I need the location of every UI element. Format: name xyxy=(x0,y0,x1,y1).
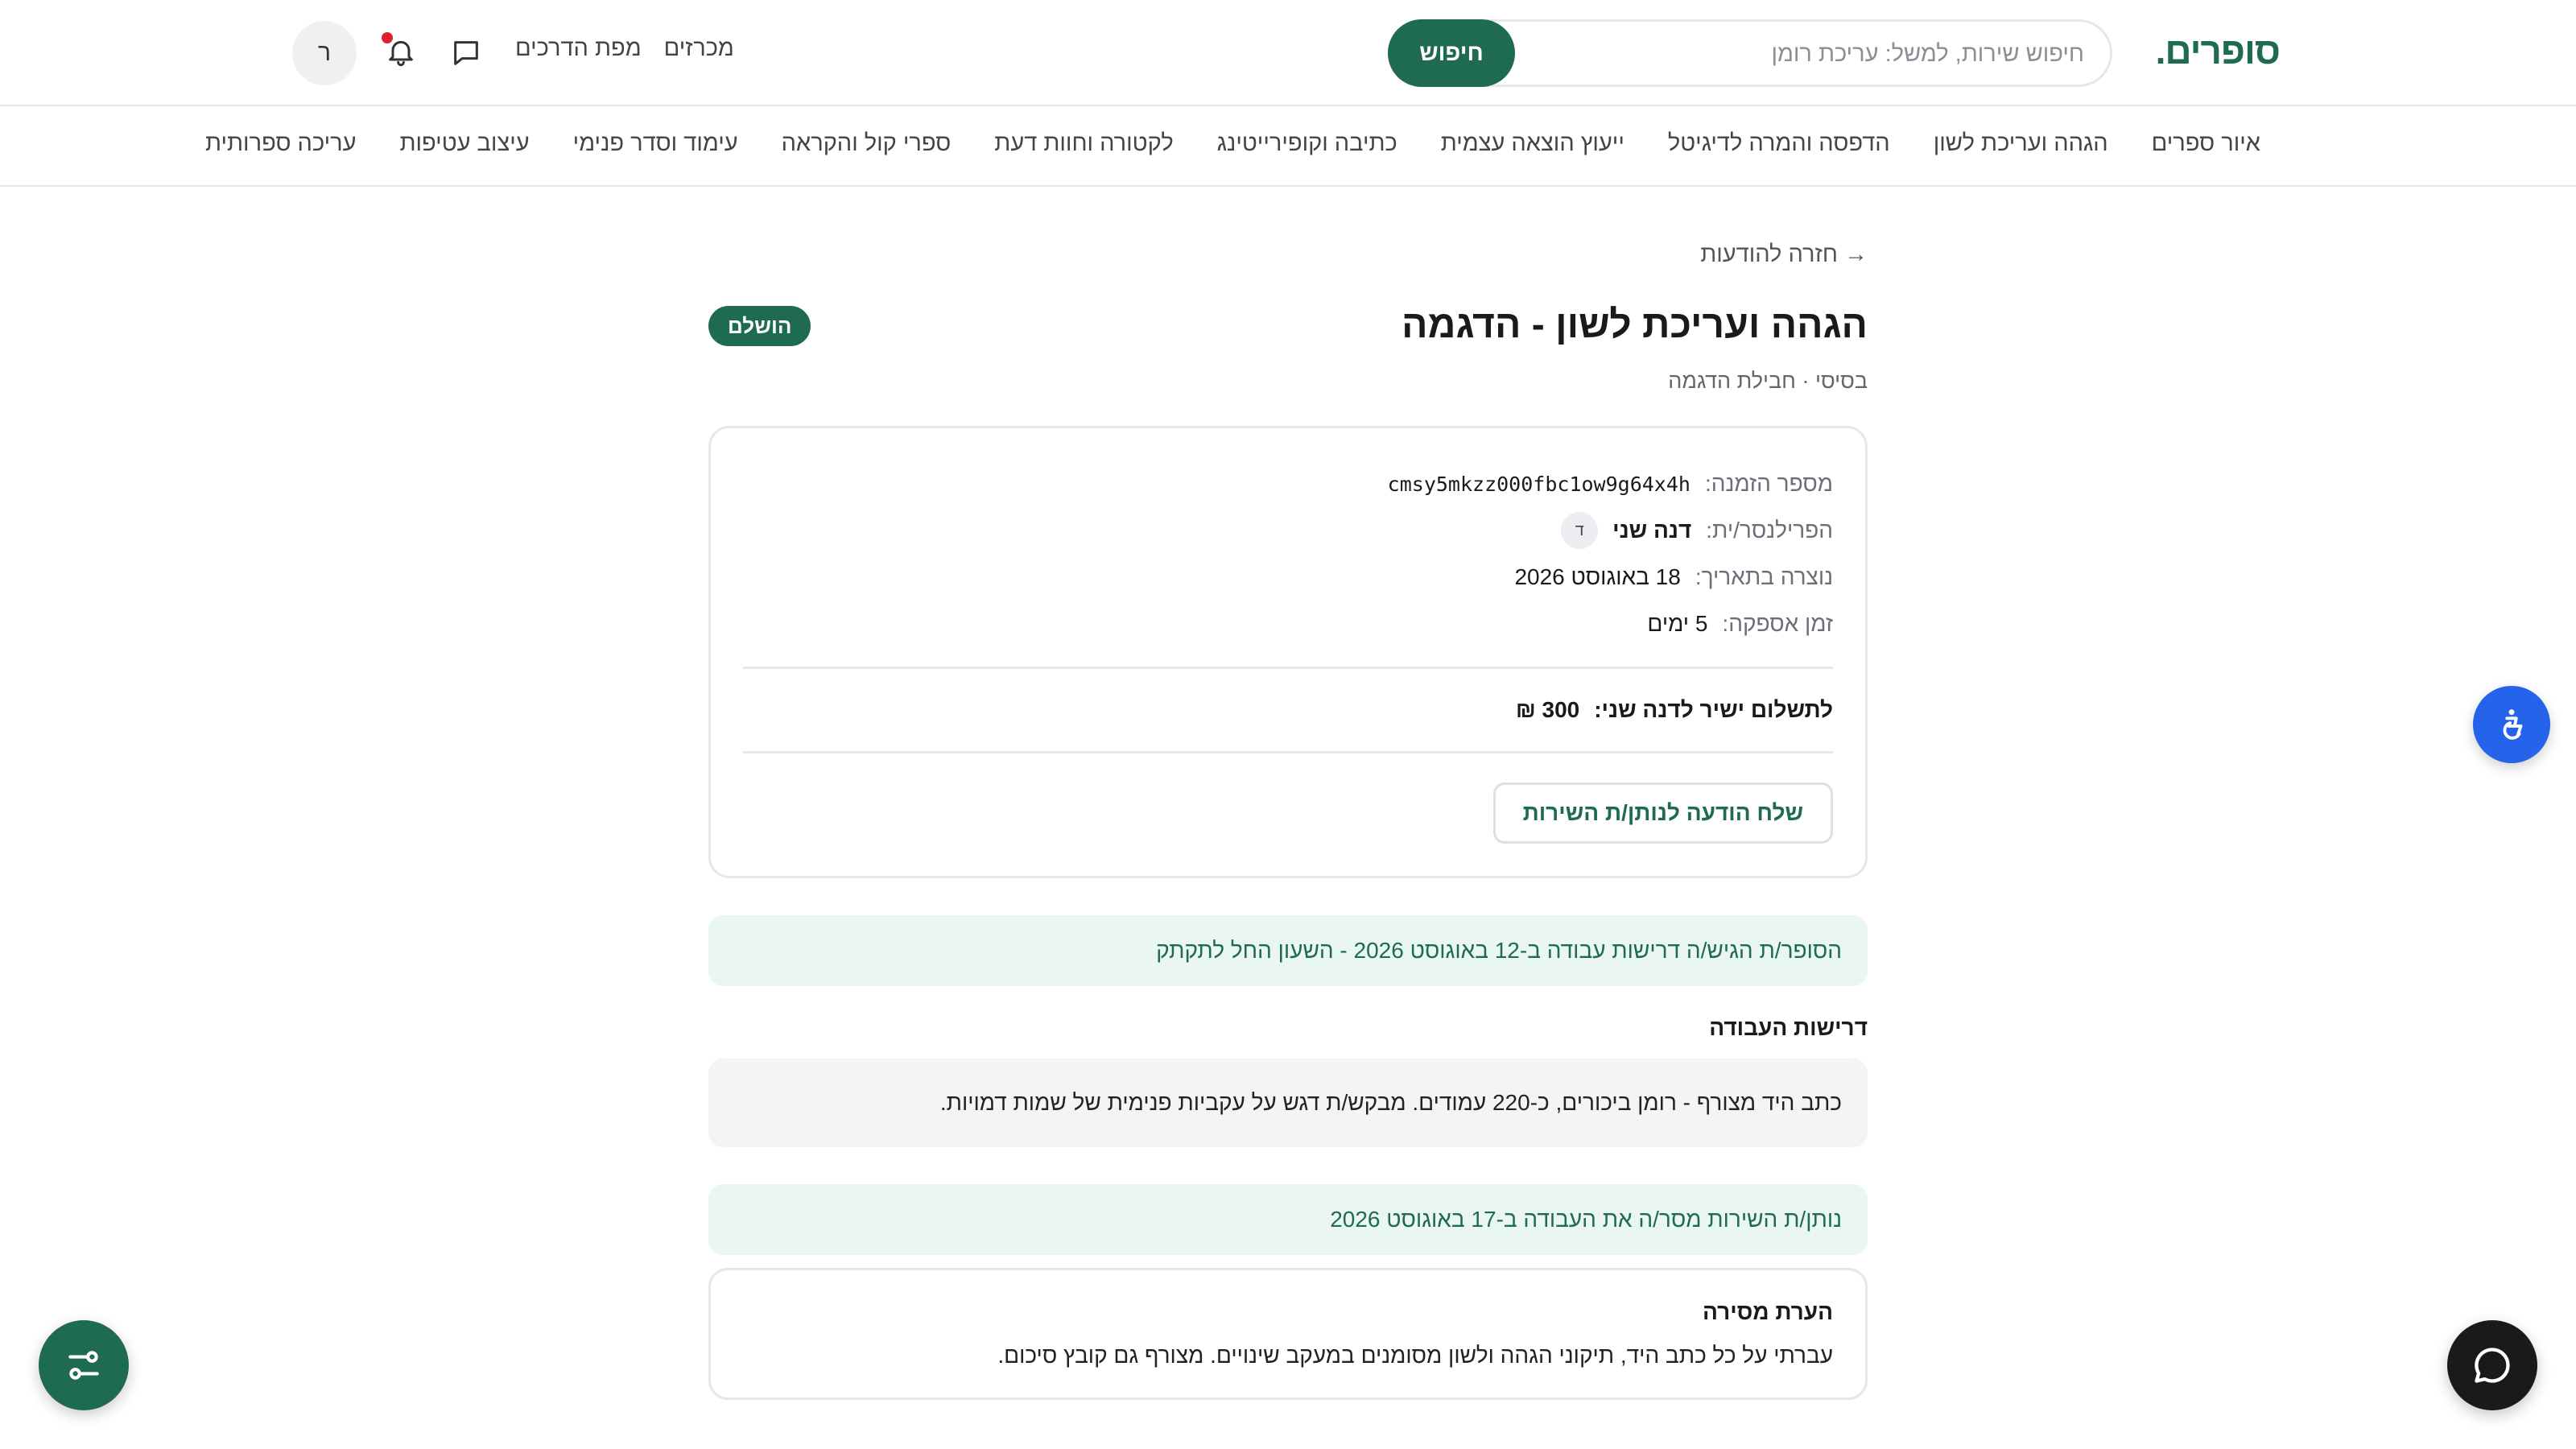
divider xyxy=(743,667,1833,669)
support-chat-button[interactable] xyxy=(2447,1320,2537,1410)
work-delivered-event: נותן/ת השירות מסר/ה את העבודה ב-17 באוגו… xyxy=(708,1184,1868,1255)
category-cover-design[interactable]: עיצוב עטיפות xyxy=(399,130,529,157)
search-input[interactable] xyxy=(1535,35,2086,73)
created-date: 18 באוגוסט 2026 xyxy=(1514,564,1681,589)
requirements-heading: דרישות העבודה xyxy=(1709,1015,1868,1040)
freelancer-label: הפרילנסר/ית: xyxy=(1706,518,1833,543)
category-typesetting[interactable]: עימוד וסדר פנימי xyxy=(573,130,738,157)
accessibility-button[interactable] xyxy=(2473,686,2550,763)
order-number: cmsy5mkzz000fbc1ow9g64x4h xyxy=(1387,472,1690,496)
notification-dot xyxy=(382,32,393,43)
delivery-note-title: הערת מסירה xyxy=(1703,1299,1833,1324)
freelancer-row: הפרילנסר/ית: דנה שני ד xyxy=(743,507,1833,554)
divider xyxy=(743,751,1833,753)
tenders-link[interactable]: מכרזים xyxy=(664,35,734,62)
category-proofreading[interactable]: הגהה ועריכת לשון xyxy=(1934,130,2108,157)
status-badge: הושלם xyxy=(708,306,811,346)
category-book-illustration[interactable]: איור ספרים xyxy=(2152,130,2260,157)
delivery-time-label: זמן אספקה: xyxy=(1722,611,1833,636)
delivery-time: 5 ימים xyxy=(1647,611,1708,636)
delivery-note-card: הערת מסירה עברתי על כל כתב היד, תיקוני ה… xyxy=(708,1268,1868,1400)
payment-row: לתשלום ישיר לדנה שני: 300 ₪ xyxy=(743,688,1833,732)
back-to-messages-link[interactable]: → חזרה להודעות xyxy=(708,242,1868,279)
created-date-row: נוצרה בתאריך: 18 באוגוסט 2026 xyxy=(743,554,1833,601)
user-avatar[interactable]: ר xyxy=(292,21,357,85)
delivery-note-text: עברתי על כל כתב היד, תיקוני הגהה ולשון מ… xyxy=(997,1343,1833,1368)
top-links: מכרזים מפת הדרכים xyxy=(515,35,734,62)
delivery-time-row: זמן אספקה: 5 ימים xyxy=(743,601,1833,647)
search-button[interactable]: חיפוש xyxy=(1388,19,1515,87)
created-label: נוצרה בתאריך: xyxy=(1695,564,1833,589)
send-message-button[interactable]: שלח הודעה לנותן/ת השירות xyxy=(1492,782,1833,844)
page-title: הגהה ועריכת לשון - הדגמה xyxy=(1402,303,1868,346)
guides-map-link[interactable]: מפת הדרכים xyxy=(515,35,642,62)
payment-label: לתשלום ישיר לדנה שני: xyxy=(1594,697,1833,722)
freelancer-avatar[interactable]: ד xyxy=(1561,512,1599,549)
order-number-row: מספר הזמנה: cmsy5mkzz000fbc1ow9g64x4h xyxy=(743,460,1833,507)
filters-button[interactable] xyxy=(39,1320,129,1410)
category-literary-editing[interactable]: עריכה ספרותית xyxy=(205,130,356,157)
order-number-label: מספר הזמנה: xyxy=(1704,471,1833,496)
top-bar: סופרים. חיפוש מכרזים מפת הדרכים ר xyxy=(0,0,2576,106)
category-printing[interactable]: הדפסה והמרה לדיגיטל xyxy=(1668,130,1890,157)
category-self-publishing[interactable]: ייעוץ הוצאה עצמית xyxy=(1441,130,1624,157)
category-copywriting[interactable]: כתיבה וקופירייטינג xyxy=(1217,130,1397,157)
support-chat-icon xyxy=(2475,1348,2510,1383)
accessibility-icon xyxy=(2503,709,2523,740)
title-row: הגהה ועריכת לשון - הדגמה הושלם xyxy=(708,303,1868,361)
requirements-submitted-event: הסופר/ת הגיש/ה דרישות עבודה ב-12 באוגוסט… xyxy=(708,915,1868,986)
messages-button[interactable] xyxy=(444,31,489,76)
category-audiobooks[interactable]: ספרי קול והקראה xyxy=(782,130,952,157)
filters-icon xyxy=(68,1351,99,1380)
order-details-card: מספר הזמנה: cmsy5mkzz000fbc1ow9g64x4h הפ… xyxy=(708,426,1868,878)
order-page: → חזרה להודעות הגהה ועריכת לשון - הדגמה … xyxy=(708,242,1868,1400)
category-nav: איור ספרים הגהה ועריכת לשון הדפסה והמרה … xyxy=(0,106,2576,187)
search-bar: חיפוש xyxy=(1388,19,2112,87)
requirements-text: כתב היד מצורף - רומן ביכורים, כ-220 עמוד… xyxy=(708,1059,1868,1147)
package-subtitle: בסיסי · חבילת הדגמה xyxy=(1668,369,1868,393)
category-reader-reports[interactable]: לקטורה וחוות דעת xyxy=(994,130,1173,157)
payment-amount: 300 ₪ xyxy=(1515,697,1580,722)
site-logo[interactable]: סופרים. xyxy=(2156,29,2281,72)
chat-icon xyxy=(454,41,478,65)
freelancer-name[interactable]: דנה שני xyxy=(1612,518,1691,543)
